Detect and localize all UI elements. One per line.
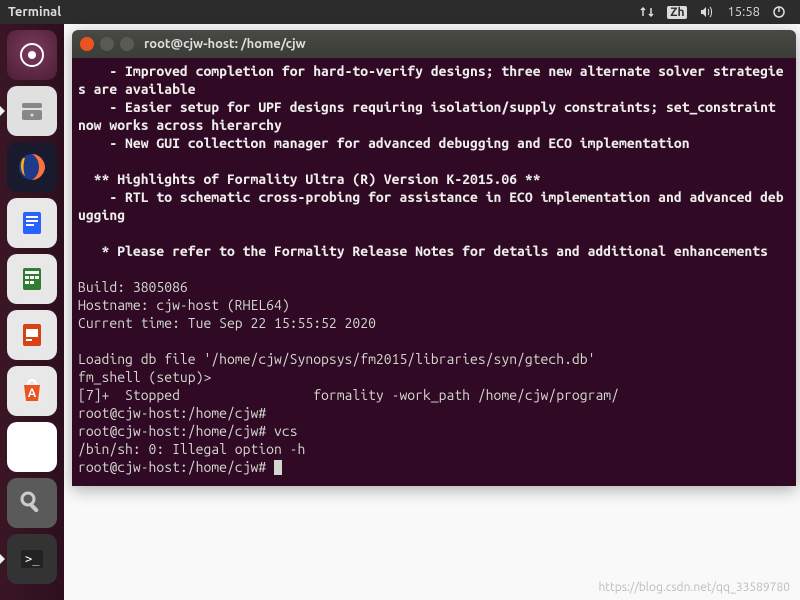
window-maximize-button[interactable] <box>120 37 134 51</box>
launcher-impress-icon[interactable] <box>7 310 57 360</box>
system-topbar: Terminal Zh 15:58 <box>0 0 800 24</box>
clock[interactable]: 15:58 <box>727 5 760 19</box>
launcher-software-icon[interactable]: A <box>7 366 57 416</box>
term-line: [7]+ Stopped formality -work_path /home/… <box>78 387 619 403</box>
term-line: ** Highlights of Formality Ultra (R) Ver… <box>78 171 541 187</box>
terminal-cursor <box>274 460 282 475</box>
window-close-button[interactable] <box>80 37 94 51</box>
launcher-amazon-icon[interactable]: a <box>7 422 57 472</box>
term-line: - RTL to schematic cross-probing for ass… <box>78 189 784 223</box>
svg-text:A: A <box>28 387 37 400</box>
prompt-path: /home/cjw <box>188 423 259 439</box>
watermark-text: https://blog.csdn.net/qq_33589780 <box>598 581 790 594</box>
unity-launcher: A a >_ <box>0 24 64 600</box>
launcher-firefox-icon[interactable] <box>7 142 57 192</box>
launcher-writer-icon[interactable] <box>7 198 57 248</box>
svg-text:>_: >_ <box>25 552 40 566</box>
prompt-user: root@cjw-host <box>78 423 180 439</box>
power-icon[interactable] <box>772 5 786 19</box>
topbar-app-title: Terminal <box>8 5 61 19</box>
volume-icon[interactable] <box>699 6 715 18</box>
term-line: Loading db file '/home/cjw/Synopsys/fm20… <box>78 351 595 367</box>
window-minimize-button[interactable] <box>100 37 114 51</box>
term-line: Current time: Tue Sep 22 15:55:52 2020 <box>78 315 376 331</box>
launcher-settings-icon[interactable] <box>7 478 57 528</box>
network-icon[interactable] <box>639 6 655 18</box>
launcher-dash-icon[interactable] <box>7 30 57 80</box>
prompt-path: /home/cjw <box>188 459 259 475</box>
desktop-area: root@cjw-host: /home/cjw - Improved comp… <box>64 24 800 600</box>
terminal-output[interactable]: - Improved completion for hard-to-verify… <box>72 58 796 486</box>
launcher-files-icon[interactable] <box>7 86 57 136</box>
prompt-path: /home/cjw <box>188 405 259 421</box>
terminal-title: root@cjw-host: /home/cjw <box>144 37 306 51</box>
term-line: Build: 3805086 <box>78 279 188 295</box>
term-command: vcs <box>266 423 297 439</box>
prompt-user: root@cjw-host <box>78 459 180 475</box>
term-line: /bin/sh: 0: Illegal option -h <box>78 441 305 457</box>
term-line: - New GUI collection manager for advance… <box>78 135 690 151</box>
term-line: - Easier setup for UPF designs requiring… <box>78 99 784 133</box>
term-line: * Please refer to the Formality Release … <box>78 243 768 259</box>
prompt-user: root@cjw-host <box>78 405 180 421</box>
launcher-terminal-icon[interactable]: >_ <box>7 534 57 584</box>
term-line: - Improved completion for hard-to-verify… <box>78 63 784 97</box>
terminal-window: root@cjw-host: /home/cjw - Improved comp… <box>72 30 796 486</box>
term-line: Hostname: cjw-host (RHEL64) <box>78 297 290 313</box>
ime-indicator[interactable]: Zh <box>667 6 687 19</box>
term-line: fm_shell (setup)> <box>78 369 211 385</box>
terminal-titlebar[interactable]: root@cjw-host: /home/cjw <box>72 30 796 58</box>
launcher-calc-icon[interactable] <box>7 254 57 304</box>
